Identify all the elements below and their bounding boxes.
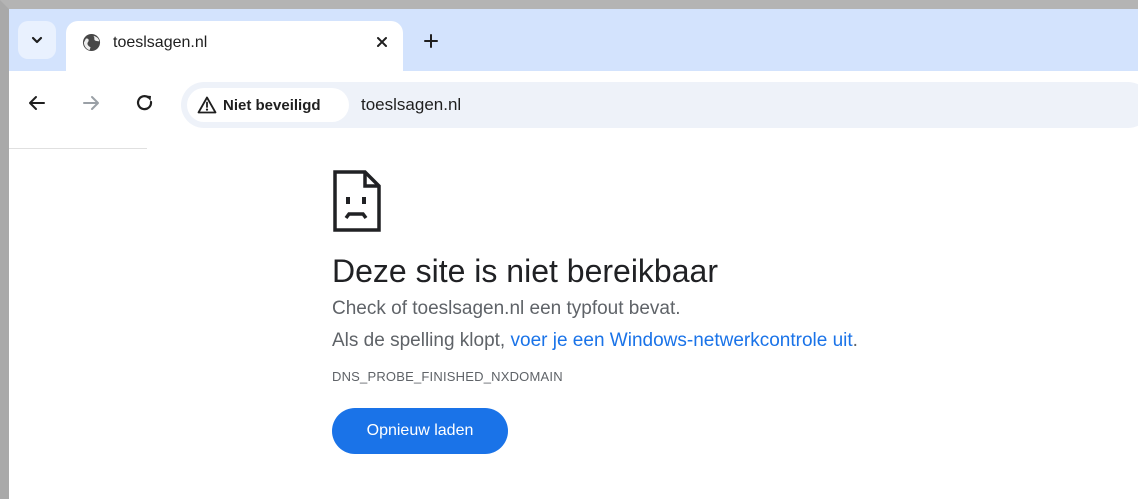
- suggestion-text: Als de spelling klopt,: [332, 330, 511, 351]
- url-text[interactable]: toeslsagen.nl: [361, 95, 461, 115]
- error-title: Deze site is niet bereikbaar: [332, 253, 718, 289]
- address-bar[interactable]: Niet beveiligd toeslsagen.nl: [181, 82, 1138, 128]
- reload-page-button[interactable]: Opnieuw laden: [332, 408, 508, 454]
- arrow-left-icon: [29, 96, 45, 110]
- forward-button[interactable]: [79, 91, 103, 115]
- close-icon: [377, 37, 387, 47]
- reload-icon: [136, 95, 153, 111]
- toolbar: Niet beveiligd toeslsagen.nl: [9, 71, 1138, 135]
- tab-title: toeslsagen.nl: [113, 34, 208, 51]
- security-label: Niet beveiligd: [223, 96, 321, 114]
- security-chip[interactable]: Niet beveiligd: [187, 88, 349, 122]
- divider: [9, 148, 147, 149]
- back-button[interactable]: [25, 91, 49, 115]
- network-diagnostics-link[interactable]: voer je een Windows-netwerkcontrole uit: [511, 330, 853, 351]
- globe-icon: [82, 33, 101, 52]
- new-tab-button[interactable]: [419, 29, 443, 53]
- chevron-down-icon: [31, 36, 43, 44]
- error-suggestion-network: Als de spelling klopt, voer je een Windo…: [332, 330, 858, 352]
- arrow-right-icon: [83, 96, 99, 110]
- tab-close-button[interactable]: [370, 30, 394, 54]
- browser-window: toeslsagen.nl Niet beveiligd toeslsagen.…: [0, 0, 1138, 499]
- suggestion-period: .: [852, 330, 858, 351]
- tab-active[interactable]: toeslsagen.nl: [66, 21, 403, 71]
- tab-search-button[interactable]: [18, 21, 56, 59]
- plus-icon: [424, 34, 438, 48]
- reload-button[interactable]: [133, 91, 157, 115]
- error-code: DNS_PROBE_FINISHED_NXDOMAIN: [332, 369, 563, 384]
- error-suggestion-typo: Check of toeslsagen.nl een typfout bevat…: [332, 298, 681, 319]
- sad-page-icon: [333, 170, 381, 232]
- tab-strip: toeslsagen.nl: [9, 9, 1138, 71]
- warning-triangle-icon: [197, 96, 217, 114]
